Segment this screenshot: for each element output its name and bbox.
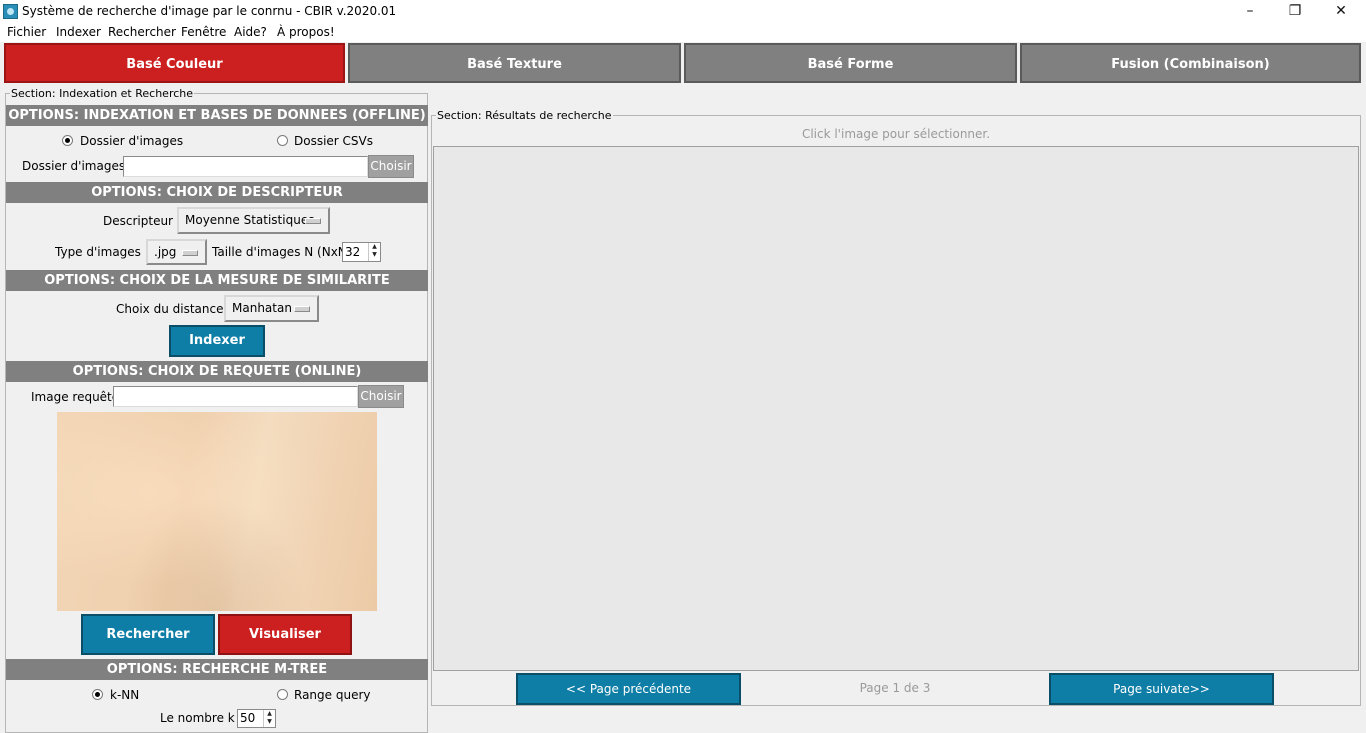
next-page-button[interactable]: Page suivate>> xyxy=(1049,673,1274,705)
distance-select-value: Manhatan xyxy=(232,301,292,315)
menu-aide[interactable]: Aide? xyxy=(234,25,267,39)
previous-page-button[interactable]: << Page précédente xyxy=(516,673,741,705)
descriptor-select-value: Moyenne Statistiques xyxy=(185,213,315,227)
restore-button[interactable]: ❐ xyxy=(1272,0,1318,22)
dropdown-indicator-icon xyxy=(182,250,198,256)
menu-apropos[interactable]: À propos! xyxy=(277,25,335,39)
radio-dossier-images[interactable] xyxy=(62,135,73,146)
image-size-value: 32 xyxy=(345,245,361,259)
radio-range-query[interactable] xyxy=(277,689,288,700)
image-type-select[interactable]: .jpg xyxy=(146,239,207,265)
radio-range-query-label: Range query xyxy=(294,688,371,702)
query-image-input[interactable] xyxy=(113,386,358,407)
distance-label: Choix du distance : xyxy=(116,302,232,316)
query-image-label: Image requête: xyxy=(31,390,124,404)
page-indicator: Page 1 de 3 xyxy=(859,681,931,695)
tab-base-couleur[interactable]: Basé Couleur xyxy=(4,43,345,83)
folder-input[interactable] xyxy=(123,156,368,177)
similarity-options-header: OPTIONS: CHOIX DE LA MESURE DE SIMILARIT… xyxy=(6,270,428,291)
index-button[interactable]: Indexer xyxy=(169,325,265,357)
tab-base-forme[interactable]: Basé Forme xyxy=(684,43,1017,83)
radio-dossier-csvs[interactable] xyxy=(277,135,288,146)
indexation-section-title: Section: Indexation et Recherche xyxy=(10,87,195,100)
results-hint: Click l'image pour sélectionner. xyxy=(801,127,991,141)
k-number-label: Le nombre k : xyxy=(160,711,243,725)
dropdown-indicator-icon xyxy=(305,218,321,224)
query-choose-button[interactable]: Choisir xyxy=(358,385,404,408)
tab-fusion[interactable]: Fusion (Combinaison) xyxy=(1020,43,1361,83)
tab-base-texture[interactable]: Basé Texture xyxy=(348,43,681,83)
visualize-button[interactable]: Visualiser xyxy=(218,614,352,655)
radio-dossier-images-label: Dossier d'images xyxy=(80,134,184,148)
folder-choose-button[interactable]: Choisir xyxy=(368,155,414,178)
query-options-header: OPTIONS: CHOIX DE REQUETE (ONLINE) xyxy=(6,361,428,382)
query-image-preview xyxy=(57,412,377,611)
descriptor-label: Descripteur : xyxy=(103,214,181,228)
radio-dossier-csvs-label: Dossier CSVs xyxy=(294,134,374,148)
k-number-value: 50 xyxy=(240,711,256,725)
results-image-area[interactable] xyxy=(433,146,1359,671)
search-button[interactable]: Rechercher xyxy=(81,614,215,655)
menu-fenetre[interactable]: Fenêtre xyxy=(181,25,226,39)
image-size-label: Taille d'images N (NxN): xyxy=(212,245,356,259)
image-size-spinbox[interactable]: 32 ▲ ▼ xyxy=(342,242,381,262)
image-type-label: Type d'images : xyxy=(55,245,149,259)
menu-indexer[interactable]: Indexer xyxy=(56,25,101,39)
radio-knn-label: k-NN xyxy=(110,688,140,702)
results-section-title: Section: Résultats de recherche xyxy=(436,109,613,122)
image-type-select-value: .jpg xyxy=(154,245,177,259)
app-icon xyxy=(3,4,18,19)
descriptor-select[interactable]: Moyenne Statistiques xyxy=(177,207,330,234)
spin-arrows-icon[interactable]: ▲ ▼ xyxy=(263,710,275,727)
close-button[interactable]: ✕ xyxy=(1318,0,1364,22)
minimize-button[interactable]: – xyxy=(1227,0,1273,22)
menu-fichier[interactable]: Fichier xyxy=(7,25,46,39)
dropdown-indicator-icon xyxy=(294,306,310,312)
menu-rechercher[interactable]: Rechercher xyxy=(108,25,176,39)
distance-select[interactable]: Manhatan xyxy=(224,295,319,322)
spin-arrows-icon[interactable]: ▲ ▼ xyxy=(368,243,380,261)
window-title: Système de recherche d'image par le conr… xyxy=(22,4,397,18)
folder-label: Dossier d'images : xyxy=(22,159,133,173)
mtree-options-header: OPTIONS: RECHERCHE M-TREE xyxy=(6,659,428,680)
radio-knn[interactable] xyxy=(92,689,103,700)
descriptor-options-header: OPTIONS: CHOIX DE DESCRIPTEUR xyxy=(6,182,428,203)
k-number-spinbox[interactable]: 50 ▲ ▼ xyxy=(237,709,276,728)
indexing-options-header: OPTIONS: INDEXATION ET BASES DE DONNEES … xyxy=(6,105,428,126)
